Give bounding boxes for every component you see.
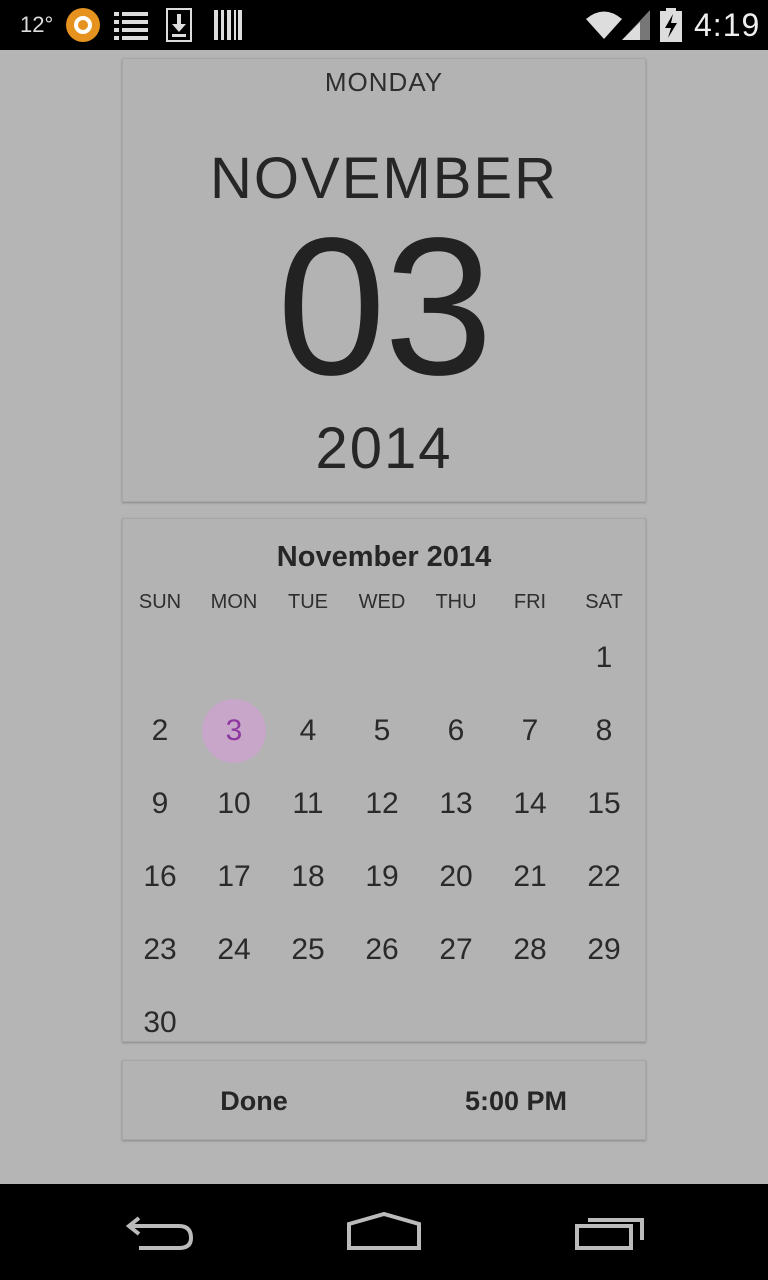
temperature-indicator: 12° [20,12,54,37]
download-icon [166,0,192,50]
calendar-day[interactable]: 27 [419,918,493,982]
barcode-icon [214,0,242,50]
calendar-day-number: 26 [365,933,399,966]
calendar-day-number: 6 [447,714,465,747]
home-icon[interactable] [336,1202,432,1262]
status-bar: 12° 4:19 [0,0,768,50]
wifi-icon [584,0,624,50]
calendar-day-number: 24 [217,933,251,966]
calendar-day-number: 29 [587,933,621,966]
calendar-day[interactable]: 18 [271,845,345,909]
calendar-day[interactable]: 21 [493,845,567,909]
calendar-day[interactable]: 1 [567,626,641,690]
calendar-day-number: 12 [365,787,399,820]
calendar-day[interactable]: 2 [123,699,197,763]
calendar-day[interactable]: 29 [567,918,641,982]
calendar-day-number: 30 [143,1006,177,1039]
calendar-day[interactable]: 6 [419,699,493,763]
calendar-day-number: 5 [373,714,391,747]
back-icon[interactable] [112,1202,208,1262]
calendar-day-number: 10 [217,787,251,820]
calendar-day-number: 23 [143,933,177,966]
signal-icon [622,0,650,50]
calendar-day-number: 8 [595,714,613,747]
navigation-bar [0,1184,768,1280]
a-app-icon [66,8,100,42]
calendar-day[interactable]: 26 [345,918,419,982]
selected-weekday: MONDAY [324,67,444,97]
calendar-day-number: 13 [439,787,473,820]
calendar-day-number: 21 [513,860,547,893]
calendar-day[interactable]: 7 [493,699,567,763]
calendar-day-number: 27 [439,933,473,966]
action-bar: Done 5:00 PM [122,1060,646,1140]
calendar-day[interactable]: 17 [197,845,271,909]
calendar-day[interactable]: 28 [493,918,567,982]
recents-icon[interactable] [562,1202,658,1262]
calendar-day-number: 11 [292,787,324,820]
calendar-day[interactable]: 25 [271,918,345,982]
calendar-day-number: 25 [291,933,325,966]
calendar-day[interactable]: 14 [493,772,567,836]
calendar-day-number: 4 [299,714,317,747]
calendar-day-number: 28 [513,933,547,966]
done-button[interactable]: Done [123,1061,385,1141]
status-clock: 4:19 [694,6,761,43]
calendar-day-number: 20 [439,860,473,893]
calendar-day-number: 1 [595,641,613,674]
calendar-day[interactable]: 8 [567,699,641,763]
calendar-day[interactable]: 10 [197,772,271,836]
calendar-day-number: 15 [587,787,621,820]
calendar-day-number: 3 [225,714,243,747]
calendar-day[interactable]: 23 [123,918,197,982]
calendar-day[interactable]: 20 [419,845,493,909]
selected-day[interactable]: 03 [123,209,645,405]
time-button[interactable]: 5:00 PM [385,1061,647,1141]
calendar-day-number: 9 [151,787,169,820]
calendar-day[interactable]: 12 [345,772,419,836]
calendar-day[interactable]: 22 [567,845,641,909]
calendar-day-number: 22 [587,860,621,893]
selected-year[interactable]: 2014 [123,415,645,482]
calendar-day[interactable]: 19 [345,845,419,909]
calendar-day[interactable]: 9 [123,772,197,836]
day-grid: 1 2 3 4 5 6 7 8 9 10 11 12 13 14 15 16 17 18 19 20 21 22 23 24 2… [123,519,645,1041]
calendar-day-number: 7 [521,714,539,747]
calendar-day-number: 2 [151,714,169,747]
calendar-day[interactable]: 15 [567,772,641,836]
calendar-day-number: 14 [513,787,547,820]
calendar-day[interactable]: 4 [271,699,345,763]
selected-date-card: MONDAY NOVEMBER 03 2014 [122,58,646,502]
list-icon [114,0,148,50]
calendar-day-number: 19 [365,860,399,893]
calendar-day-number: 18 [291,860,325,893]
battery-charging-icon [660,0,682,50]
calendar-day-number: 16 [143,860,177,893]
month-calendar: November 2014 SUN MON TUE WED THU FRI SA… [122,518,646,1042]
calendar-day[interactable]: 13 [419,772,493,836]
calendar-day[interactable]: 24 [197,918,271,982]
calendar-day-selected[interactable]: 3 [197,699,271,763]
calendar-day-number: 17 [217,860,251,893]
calendar-day[interactable]: 11 [271,772,345,836]
calendar-day[interactable]: 16 [123,845,197,909]
calendar-day[interactable]: 30 [123,991,197,1055]
calendar-day[interactable]: 5 [345,699,419,763]
